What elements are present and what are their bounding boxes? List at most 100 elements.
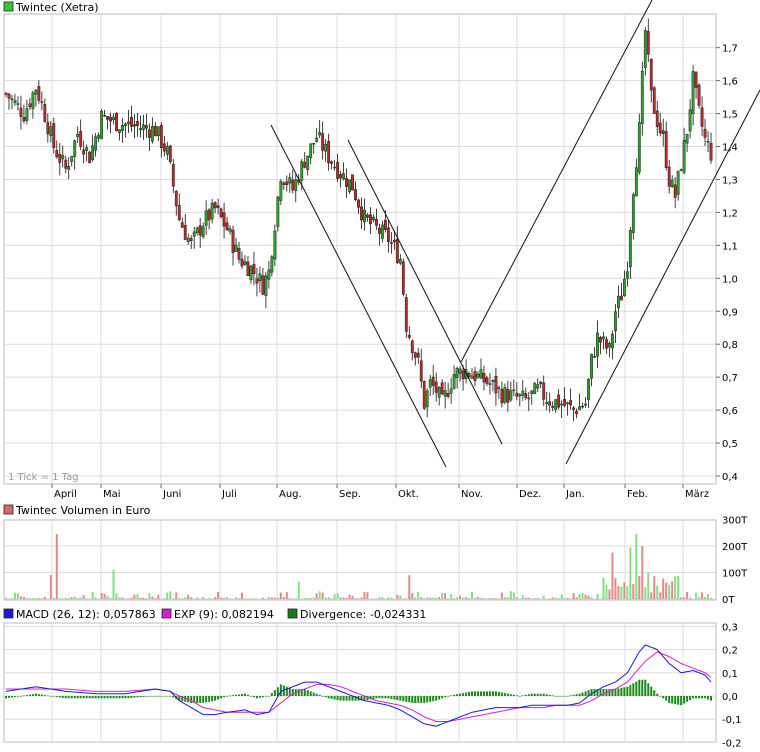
volume-bar [324, 597, 327, 599]
volume-bar [303, 597, 306, 599]
volume-bar [163, 598, 166, 599]
divergence-bar [491, 691, 494, 696]
volume-bar [267, 596, 270, 599]
volume-bar [635, 534, 638, 599]
divergence-bar [261, 696, 264, 698]
divergence-bar [103, 696, 106, 699]
candle-body [676, 171, 680, 195]
divergence-bar [312, 692, 315, 696]
candle-body [139, 128, 142, 131]
candle-body [706, 141, 710, 143]
candle-body [10, 98, 14, 100]
volume-bar [644, 587, 647, 599]
volume-bar [494, 598, 497, 599]
candle-body [679, 169, 683, 171]
divergence-bar [408, 696, 411, 703]
divergence-bar [414, 696, 417, 703]
volume-bar [414, 597, 417, 599]
candle-body [186, 237, 190, 242]
volume-bar [429, 597, 432, 599]
candle-body [366, 214, 369, 218]
volume-bar [462, 597, 465, 599]
divergence-bar [432, 696, 435, 702]
candle-body [28, 103, 32, 108]
candle-body [49, 126, 53, 136]
volume-bar [208, 598, 211, 599]
divergence-bar [462, 693, 465, 696]
candle-body [100, 110, 103, 140]
divergence-bar [67, 696, 70, 699]
month-label: Jan. [565, 489, 585, 500]
macd-tick-label: -0,1 [722, 715, 742, 726]
volume-legend: Twintec Volumen in Euro [15, 504, 151, 517]
candle-body [91, 145, 95, 160]
divergence-bar [503, 693, 506, 696]
volume-tick-label: 0T [722, 595, 735, 606]
divergence-bar [578, 693, 581, 696]
volume-bar [468, 598, 471, 599]
divergence-bar [324, 696, 327, 698]
divergence-bar [303, 689, 306, 696]
candle-body [694, 71, 698, 88]
candle-body [637, 122, 641, 173]
divergence-bar [479, 691, 482, 696]
candle-body [673, 184, 677, 198]
candle-body [536, 384, 540, 389]
divergence-bar [226, 696, 229, 697]
volume-bar [118, 597, 121, 599]
volume-bar [707, 593, 710, 599]
candle-body [216, 205, 220, 208]
volume-bar [450, 594, 453, 599]
price-y-axis: 0,4 0,5 0,6 0,7 0,8 0,9 1,0 1,1 1,2 1,3 1,4 1,5 1,6 1… [716, 44, 738, 483]
candle-body [303, 161, 307, 168]
candle-body [58, 154, 62, 163]
divergence-bar [494, 691, 497, 696]
candle-body [156, 126, 160, 137]
divergence-bar [5, 696, 7, 699]
candle-body [85, 147, 89, 151]
divergence-bar [623, 687, 626, 696]
volume-bar [40, 598, 43, 599]
divergence-bar [453, 694, 456, 696]
candle-body [605, 339, 608, 349]
divergence-bar [246, 694, 249, 696]
price-legend: Twintec (Xetra) [15, 1, 99, 14]
candle-body [309, 143, 313, 158]
divergence-bar [384, 696, 387, 699]
volume-bar [689, 597, 692, 599]
candle-body [201, 226, 205, 237]
divergence-bar [632, 683, 635, 696]
candle-body [246, 261, 250, 277]
macd-legend-swatch [3, 608, 14, 619]
candle-body [572, 407, 575, 410]
volume-bar [25, 598, 28, 599]
volume-bar [238, 598, 241, 599]
divergence-bar [7, 696, 10, 698]
volume-bar [515, 597, 518, 599]
candle-body [273, 230, 277, 260]
price-tick-label: 1,4 [722, 143, 738, 154]
candle-body [115, 112, 118, 131]
divergence-bar [109, 696, 112, 699]
candle-body [46, 122, 50, 135]
candle-body [521, 390, 525, 396]
divergence-bar [76, 696, 79, 699]
divergence-bar [506, 693, 509, 696]
divergence-bar [515, 695, 518, 697]
month-label: Dez. [519, 489, 541, 500]
candle-body [455, 368, 459, 378]
candle-body [127, 121, 130, 125]
volume-bar [130, 597, 133, 599]
macd-tick-label: 0,1 [722, 669, 738, 680]
divergence-bar [426, 696, 429, 703]
candle-body [485, 377, 489, 384]
candle-body [261, 275, 265, 295]
volume-bar [28, 598, 31, 599]
volume-bar [381, 597, 384, 599]
volume-bar [190, 597, 193, 599]
volume-bar [37, 597, 40, 599]
divergence-bar [429, 696, 432, 702]
volume-bar [390, 597, 393, 599]
volume-bar [145, 598, 148, 599]
candle-body [321, 133, 325, 151]
